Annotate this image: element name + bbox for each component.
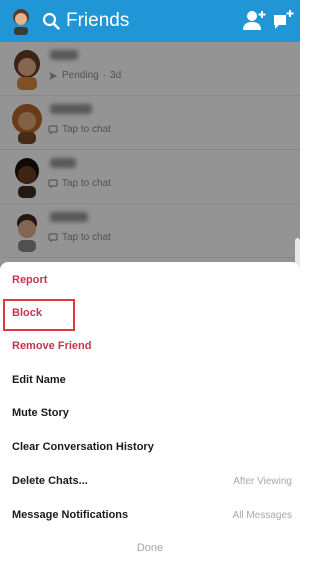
report-option[interactable]: Report xyxy=(0,264,300,297)
remove-friend-label: Remove Friend xyxy=(12,340,92,352)
delete-chats-value: After Viewing xyxy=(233,476,292,487)
clear-history-option[interactable]: Clear Conversation History xyxy=(0,431,300,464)
mute-story-option[interactable]: Mute Story xyxy=(0,397,300,430)
remove-friend-option[interactable]: Remove Friend xyxy=(0,330,300,363)
report-label: Report xyxy=(12,274,48,286)
mute-story-label: Mute Story xyxy=(12,407,69,419)
add-friend-icon[interactable] xyxy=(242,9,266,31)
notifications-option[interactable]: Message Notifications All Messages xyxy=(0,499,300,532)
clear-history-label: Clear Conversation History xyxy=(12,441,154,453)
page-title: Friends xyxy=(66,10,130,31)
app-header: Friends xyxy=(0,0,300,42)
edit-name-option[interactable]: Edit Name xyxy=(0,364,300,397)
new-chat-icon[interactable] xyxy=(272,9,294,31)
highlight-box xyxy=(3,299,75,331)
notifications-label: Message Notifications xyxy=(12,509,129,521)
delete-chats-label: Delete Chats... xyxy=(12,475,88,487)
notifications-value: All Messages xyxy=(232,510,292,521)
edit-name-label: Edit Name xyxy=(12,374,66,386)
done-button[interactable]: Done xyxy=(0,542,300,554)
friend-action-sheet: Report Block Remove Friend Edit Name Mut… xyxy=(0,262,300,565)
bitmoji-avatar-icon[interactable] xyxy=(8,7,34,35)
search-icon[interactable] xyxy=(42,12,60,30)
delete-chats-option[interactable]: Delete Chats... After Viewing xyxy=(0,465,300,498)
